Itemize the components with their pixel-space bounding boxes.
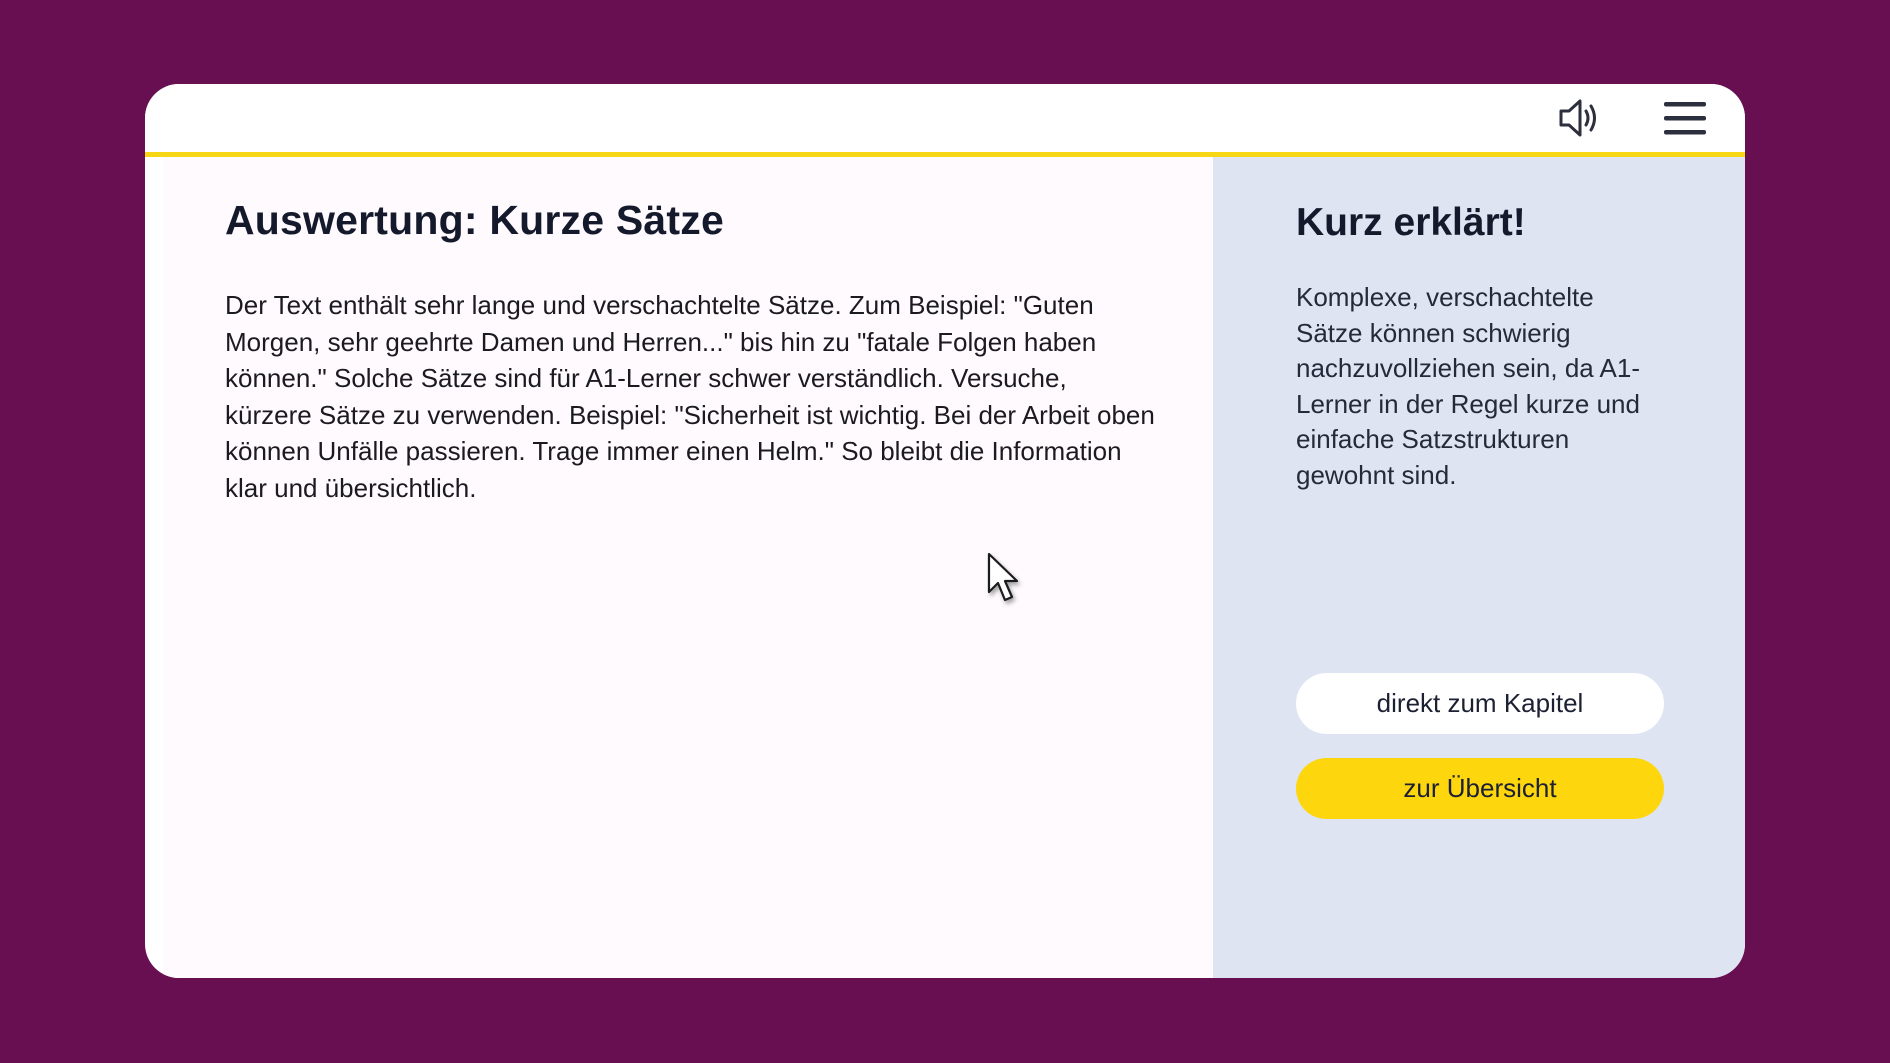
overview-button[interactable]: zur Übersicht — [1296, 758, 1664, 819]
hamburger-menu-icon[interactable] — [1660, 94, 1710, 142]
side-explanation: Komplexe, verschachtelte Sätze können sc… — [1296, 282, 1641, 490]
side-title: Kurz erklärt! — [1296, 201, 1526, 244]
top-bar — [145, 84, 1745, 152]
side-panel: Kurz erklärt! Komplexe, verschachtelte S… — [1213, 157, 1745, 978]
main-content: Auswertung: Kurze Sätze Der Text enthält… — [163, 157, 1213, 978]
evaluation-text: Der Text enthält sehr lange und verschac… — [225, 290, 1155, 503]
chapter-button[interactable]: direkt zum Kapitel — [1296, 673, 1664, 734]
content-card: Auswertung: Kurze Sätze Der Text enthält… — [145, 84, 1745, 978]
page-title: Auswertung: Kurze Sätze — [225, 197, 724, 243]
speaker-volume-icon[interactable] — [1555, 94, 1605, 142]
mouse-pointer-icon — [987, 552, 1019, 602]
